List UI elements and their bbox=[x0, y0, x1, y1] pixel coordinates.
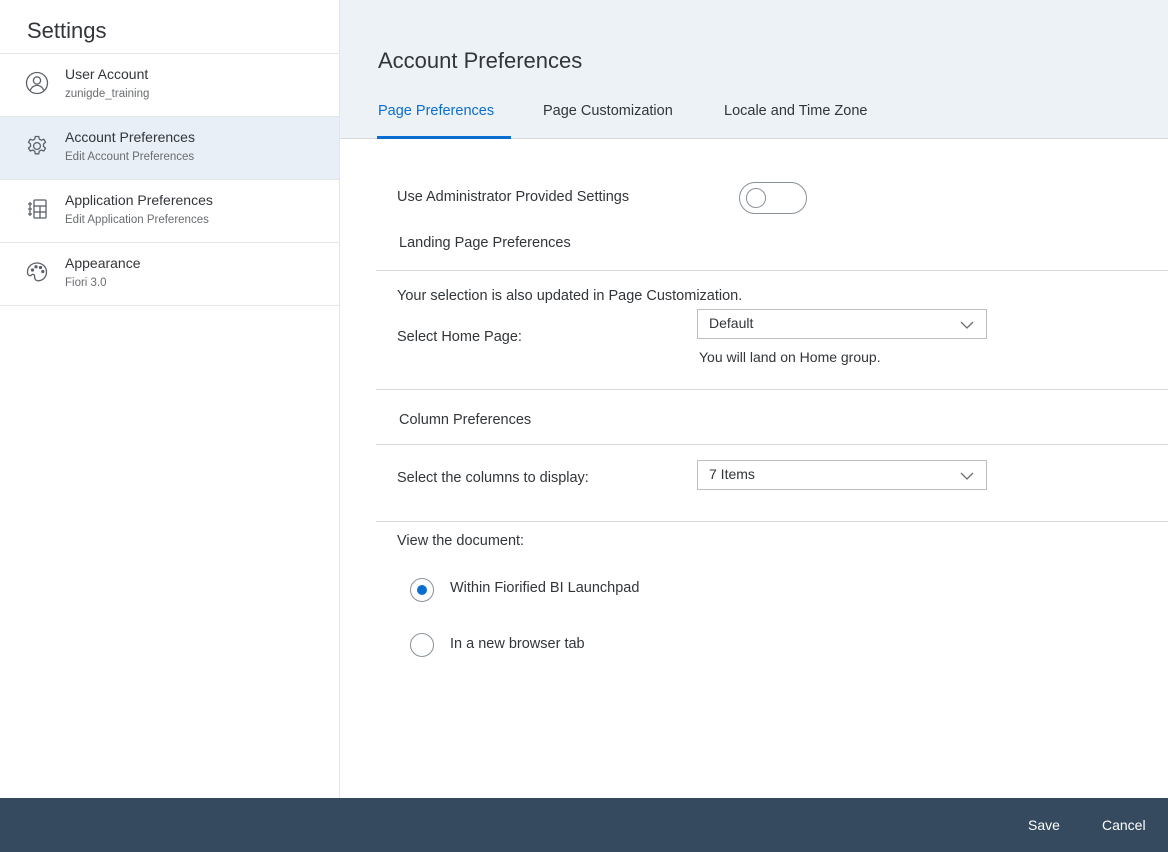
home-page-hint: You will land on Home group. bbox=[699, 349, 881, 365]
chevron-down-icon bbox=[960, 320, 974, 330]
admin-settings-toggle[interactable] bbox=[739, 182, 807, 214]
divider bbox=[376, 444, 1168, 445]
settings-sidebar: Settings User Account zunigde_training A… bbox=[0, 0, 340, 798]
view-document-label: View the document: bbox=[397, 533, 525, 549]
tab-page-preferences[interactable]: Page Preferences bbox=[378, 103, 494, 119]
chevron-down-icon bbox=[960, 471, 974, 481]
home-page-select-value: Default bbox=[709, 315, 754, 331]
divider bbox=[376, 270, 1168, 271]
sidebar-header: Settings bbox=[0, 0, 339, 54]
sidebar-item-title: User Account bbox=[65, 66, 149, 82]
sidebar-item-title: Appearance bbox=[65, 255, 141, 271]
sidebar-item-subtitle: Edit Account Preferences bbox=[65, 151, 195, 163]
sidebar-item-user-account[interactable]: User Account zunigde_training bbox=[0, 54, 339, 117]
sidebar-title: Settings bbox=[27, 18, 107, 43]
cancel-button[interactable]: Cancel bbox=[1102, 817, 1146, 833]
sidebar-item-subtitle: Edit Application Preferences bbox=[65, 214, 209, 226]
landing-page-section-title: Landing Page Preferences bbox=[399, 235, 571, 251]
page-title: Account Preferences bbox=[378, 48, 583, 73]
page-header: Account Preferences Page Preferences Pag… bbox=[340, 0, 1168, 139]
page-preferences-content: Use Administrator Provided Settings Land… bbox=[340, 139, 1168, 798]
dialog-footer: Save Cancel bbox=[0, 798, 1168, 852]
tab-locale-time-zone[interactable]: Locale and Time Zone bbox=[724, 103, 867, 119]
home-page-select[interactable]: Default bbox=[697, 309, 987, 339]
toggle-knob bbox=[746, 188, 766, 208]
sidebar-item-subtitle: Fiori 3.0 bbox=[65, 277, 107, 289]
landing-page-note: Your selection is also updated in Page C… bbox=[397, 288, 743, 304]
columns-select-value: 7 Items bbox=[709, 466, 755, 482]
palette-icon bbox=[25, 260, 49, 284]
columns-select[interactable]: 7 Items bbox=[697, 460, 987, 490]
radio-new-browser-tab[interactable] bbox=[410, 633, 434, 657]
radio-within-launchpad[interactable] bbox=[410, 578, 434, 602]
user-icon bbox=[25, 71, 49, 95]
sidebar-item-subtitle: zunigde_training bbox=[65, 88, 150, 100]
sidebar-item-title: Account Preferences bbox=[65, 129, 195, 145]
app-icon bbox=[25, 197, 49, 221]
gear-icon bbox=[25, 134, 49, 158]
admin-settings-label: Use Administrator Provided Settings bbox=[397, 189, 630, 205]
columns-label: Select the columns to display: bbox=[397, 470, 589, 486]
divider bbox=[376, 389, 1168, 390]
sidebar-item-account-preferences[interactable]: Account Preferences Edit Account Prefere… bbox=[0, 117, 339, 180]
radio-within-launchpad-label[interactable]: Within Fiorified BI Launchpad bbox=[450, 580, 639, 596]
tab-page-customization[interactable]: Page Customization bbox=[543, 103, 673, 119]
column-preferences-section-title: Column Preferences bbox=[399, 412, 532, 428]
home-page-label: Select Home Page: bbox=[397, 329, 522, 345]
save-button[interactable]: Save bbox=[1028, 817, 1060, 833]
divider bbox=[376, 521, 1168, 522]
sidebar-item-application-preferences[interactable]: Application Preferences Edit Application… bbox=[0, 180, 339, 243]
radio-new-browser-tab-label[interactable]: In a new browser tab bbox=[450, 636, 585, 652]
sidebar-item-appearance[interactable]: Appearance Fiori 3.0 bbox=[0, 243, 339, 306]
sidebar-item-title: Application Preferences bbox=[65, 192, 213, 208]
